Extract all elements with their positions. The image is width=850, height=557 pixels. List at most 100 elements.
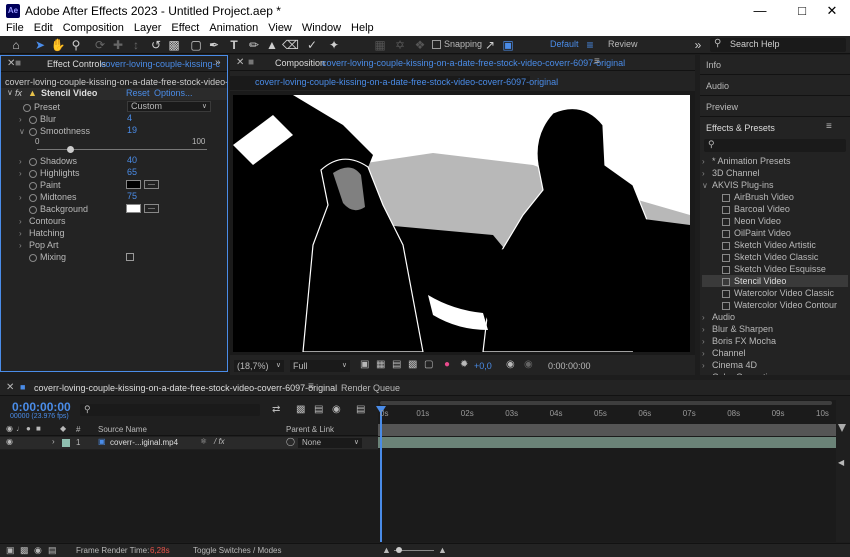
effects-item[interactable]: Watercolor Video Contour [702, 299, 848, 311]
stopwatch-icon[interactable] [29, 181, 37, 190]
workspace-menu-icon[interactable]: ≡ [582, 37, 598, 53]
info-panel[interactable]: Info [700, 55, 850, 75]
pickwhip-icon[interactable]: ◯ [286, 437, 295, 446]
channel-icon[interactable]: ▢ [424, 359, 433, 370]
menu-layer[interactable]: Layer [128, 22, 166, 34]
effects-category[interactable]: › Audio [702, 311, 848, 323]
zoom-in-icon[interactable]: ▲ [438, 545, 447, 555]
contours-row[interactable]: › Contours [19, 215, 66, 227]
layer-duration-bar[interactable] [378, 437, 836, 448]
work-area-bar[interactable] [380, 401, 832, 405]
panel-menu-icon[interactable]: ≡ [826, 121, 832, 132]
draft-3d-icon[interactable]: ▩ [296, 404, 305, 415]
snap-icon[interactable]: ↗ [482, 37, 498, 53]
more-workspaces-icon[interactable]: » [690, 37, 706, 53]
fx-icon[interactable]: fx [15, 88, 22, 98]
puppet-tool-icon[interactable]: ✦ [326, 37, 342, 53]
rotation-tool-icon[interactable]: ↺ [148, 37, 164, 53]
motion-blur-icon[interactable]: ◉ [34, 545, 42, 556]
audio-panel[interactable]: Audio [700, 76, 850, 96]
type-tool-icon[interactable]: T [226, 37, 242, 53]
workspace-review[interactable]: Review [608, 39, 638, 49]
chevron-down-icon[interactable]: ∨ [19, 126, 29, 138]
menu-help[interactable]: Help [345, 22, 378, 34]
snapping-checkbox[interactable] [432, 40, 441, 49]
timeline-scrollbar[interactable]: ◀ [838, 400, 848, 542]
zoom-dropdown[interactable]: (18,7%) ∨ [234, 360, 284, 372]
background-color-swatch[interactable] [126, 204, 141, 213]
effects-item[interactable]: Sketch Video Esquisse [702, 263, 848, 275]
masks-icon[interactable]: ▤ [392, 359, 401, 370]
workspace-default[interactable]: Default [550, 39, 579, 49]
chevron-right-icon[interactable]: › [19, 192, 29, 204]
options-button[interactable]: Options... [154, 88, 193, 98]
selection-tool-icon[interactable]: ➤ [32, 37, 48, 53]
panel-menu-icon[interactable]: ≡ [594, 56, 600, 67]
highlights-value[interactable]: 65 [127, 167, 137, 177]
midtones-value[interactable]: 75 [127, 191, 137, 201]
panel-menu-icon[interactable]: ≡ [308, 381, 314, 392]
hand-tool-icon[interactable]: ✋ [50, 37, 66, 53]
effects-item[interactable]: Sketch Video Artistic [702, 239, 848, 251]
zoom-out-icon[interactable]: ▲ [382, 545, 391, 555]
render-queue-tab[interactable]: Render Queue [341, 383, 400, 393]
effects-category[interactable]: › * Animation Presets [702, 155, 848, 167]
chevron-right-icon[interactable]: › [19, 240, 29, 252]
menu-animation[interactable]: Animation [203, 22, 262, 34]
pen-tool-icon[interactable]: ✒ [206, 37, 222, 53]
blur-value[interactable]: 4 [127, 113, 132, 123]
color-channels-icon[interactable]: ● [444, 359, 450, 370]
popart-row[interactable]: › Pop Art [19, 239, 59, 251]
effect-controls-tab[interactable]: Effect Controls [47, 59, 106, 69]
menu-window[interactable]: Window [296, 22, 345, 34]
menu-view[interactable]: View [262, 22, 296, 34]
eraser-tool-icon[interactable]: ⌫ [282, 37, 299, 53]
stopwatch-icon[interactable] [29, 193, 37, 202]
effects-category[interactable]: › 3D Channel [702, 167, 848, 179]
chevron-right-icon[interactable]: › [702, 372, 712, 375]
effects-category[interactable]: ∨ AKVIS Plug-ins [702, 179, 848, 191]
resolution-dropdown[interactable]: Full ∨ [290, 360, 350, 372]
time-zoom-thumb[interactable] [396, 547, 402, 553]
effects-item[interactable]: Barcoal Video [702, 203, 848, 215]
composition-subtab[interactable]: coverr-loving-couple-kissing-on-a-date-f… [230, 76, 558, 90]
source-name-column[interactable]: Source Name [98, 425, 147, 434]
brush-tool-icon[interactable]: ✏ [246, 37, 262, 53]
region-of-interest-icon[interactable]: ▣ [360, 359, 369, 370]
eye-icon[interactable]: ◉ [6, 437, 13, 446]
stopwatch-icon[interactable] [29, 127, 37, 136]
expand-effect-icon[interactable]: ∨ [7, 88, 13, 97]
stopwatch-icon[interactable] [29, 157, 37, 166]
layer-row[interactable]: ◉ › 1 ▣ coverr-...iginal.mp4 ⚛ / fx ◯ No… [0, 437, 378, 449]
viewer-timecode[interactable]: 0:00:00:00 [548, 361, 591, 371]
stopwatch-icon[interactable] [29, 205, 37, 214]
minimize-icon[interactable]: — [742, 0, 778, 22]
layer-search-input[interactable]: ⚲ [80, 404, 260, 416]
panel-expand-icon[interactable]: » [215, 57, 221, 68]
close-panel-icon[interactable]: ✕ [6, 382, 14, 393]
align-icon[interactable]: ▦ [372, 37, 388, 53]
rectangle-tool-icon[interactable]: ▢ [188, 37, 204, 53]
show-snapshot-icon[interactable]: ◉ [524, 359, 533, 370]
stopwatch-icon[interactable] [29, 253, 37, 262]
lock-icon[interactable]: ■ [15, 58, 21, 69]
effects-item[interactable]: Sketch Video Classic [702, 251, 848, 263]
smoothness-value[interactable]: 19 [127, 125, 137, 135]
playhead[interactable] [380, 406, 382, 542]
effects-category[interactable]: ›Color Correction [702, 371, 848, 375]
search-help-field[interactable]: ⚲ Search Help [710, 38, 846, 52]
exposure-icon[interactable]: ✹ [460, 359, 468, 370]
clone-stamp-icon[interactable]: ▲ [264, 37, 280, 53]
effect-controls-comp[interactable]: coverr-loving-couple-kissing-c [101, 59, 220, 69]
effects-category[interactable]: › Blur & Sharpen [702, 323, 848, 335]
lock-icon[interactable]: ■ [248, 57, 254, 68]
comp-marker-icon[interactable]: ◀ [838, 458, 844, 467]
effects-search-input[interactable]: ⚲ [704, 139, 846, 152]
zoom-tool-icon[interactable]: ⚲ [68, 37, 84, 53]
paint-color-swatch[interactable] [126, 180, 141, 189]
shy-switch-icon[interactable]: ⚛ [200, 437, 207, 446]
graph-editor-icon[interactable]: ▤ [356, 404, 365, 415]
smoothness-slider-thumb[interactable] [67, 146, 74, 153]
snapshot-icon[interactable]: ▩ [408, 359, 417, 370]
shy-layers-icon[interactable]: ▤ [314, 404, 323, 415]
